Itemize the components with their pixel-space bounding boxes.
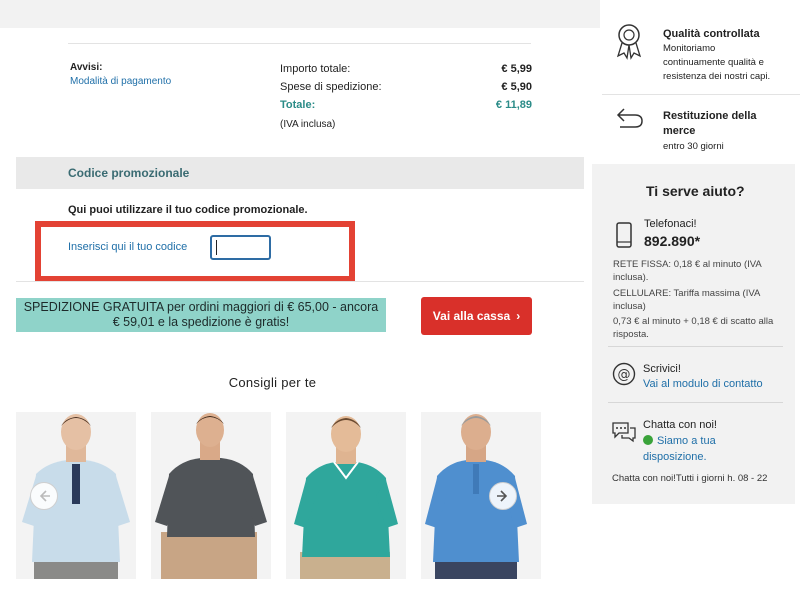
product-card-3[interactable]	[286, 412, 406, 579]
shipping-cost-label: Spese di spedizione:	[280, 81, 382, 93]
total-amount-value: € 5,99	[501, 63, 532, 75]
svg-text:@: @	[618, 368, 631, 383]
quality-text-2: continuamente qualità e	[663, 57, 764, 68]
contact-form-link[interactable]: Vai al modulo di contatto	[643, 377, 763, 391]
write-label: Scrivici!	[643, 363, 681, 375]
free-shipping-line-2: € 59,01 e la spedizione è gratis!	[112, 315, 290, 329]
promo-code-input-label: Inserisci qui il tuo codice	[68, 241, 188, 253]
call-label: Telefonaci!	[644, 218, 697, 230]
return-arrow-icon	[616, 108, 643, 128]
return-text: entro 30 giorni	[663, 141, 724, 152]
mobile-rate-2: inclusa)	[613, 301, 646, 312]
shipping-cost-value: € 5,90	[501, 81, 532, 93]
chat-status-1[interactable]: Siamo a tua	[643, 434, 716, 448]
promo-code-header: Codice promozionale	[16, 157, 584, 189]
free-shipping-line-1: SPEDIZIONE GRATUITA per ordini maggiori …	[23, 300, 379, 314]
quality-text-1: Monitoriamo	[663, 43, 716, 54]
promo-code-input[interactable]	[210, 235, 271, 260]
free-shipping-banner: SPEDIZIONE GRATUITA per ordini maggiori …	[16, 298, 386, 332]
at-sign-icon: @	[612, 362, 636, 386]
chevron-right-icon: ›	[516, 309, 521, 323]
landline-rate-2: inclusa).	[613, 272, 649, 283]
phone-icon	[616, 222, 632, 248]
help-title: Ti serve aiuto?	[646, 183, 745, 199]
divider	[602, 94, 800, 95]
landline-rate-1: RETE FISSA: 0,18 € al minuto (IVA	[613, 259, 762, 270]
arrow-right-icon[interactable]	[489, 482, 517, 510]
mobile-rate-3: 0,73 € al minuto + 0,18 € di scatto alla	[613, 316, 774, 327]
divider	[16, 281, 584, 282]
notices-label: Avvisi:	[70, 62, 103, 73]
order-total-label: Totale:	[280, 99, 316, 111]
quality-text-3: resistenza dei nostri capi.	[663, 71, 771, 82]
product-card-4[interactable]	[421, 412, 541, 579]
divider	[68, 43, 531, 44]
vat-note: (IVA inclusa)	[280, 119, 336, 130]
recommendations-title: Consigli per te	[228, 375, 317, 390]
online-status-icon	[643, 435, 653, 445]
mobile-rate-1: CELLULARE: Tariffa massima (IVA	[613, 288, 761, 299]
payment-methods-link[interactable]: Modalità di pagamento	[70, 75, 171, 89]
divider	[608, 402, 783, 403]
dark-grey-henley-tshirt-icon	[151, 412, 271, 579]
chat-label: Chatta con noi!	[643, 419, 717, 431]
total-amount-label: Importo totale:	[280, 63, 351, 75]
text-caret	[216, 240, 217, 255]
checkout-button[interactable]: Vai alla cassa ›	[421, 297, 532, 335]
divider	[608, 346, 783, 347]
chat-bubbles-icon	[612, 422, 636, 443]
chat-hours: Chatta con noi!Tutti i giorni h. 08 - 22	[612, 473, 768, 484]
mobile-rate-4: risposta.	[613, 329, 649, 340]
product-card-1[interactable]	[16, 412, 136, 579]
product-card-2[interactable]	[151, 412, 271, 579]
order-total-value: € 11,89	[495, 99, 532, 111]
teal-polo-shirt-icon	[286, 412, 406, 579]
phone-number[interactable]: 892.890*	[644, 233, 700, 250]
return-title-1: Restituzione della	[663, 110, 757, 122]
arrow-left-icon[interactable]	[30, 482, 58, 510]
chat-status-2[interactable]: disposizione.	[643, 450, 707, 464]
promo-code-intro: Qui puoi utilizzare il tuo codice promoz…	[68, 204, 308, 216]
promo-code-title: Codice promozionale	[68, 166, 190, 180]
chat-status-text: Siamo a tua	[657, 435, 716, 447]
quality-badge-icon	[616, 24, 642, 60]
quality-title: Qualità controllata	[663, 28, 760, 40]
return-title-2: merce	[663, 125, 696, 137]
checkout-button-label: Vai alla cassa	[432, 309, 511, 323]
